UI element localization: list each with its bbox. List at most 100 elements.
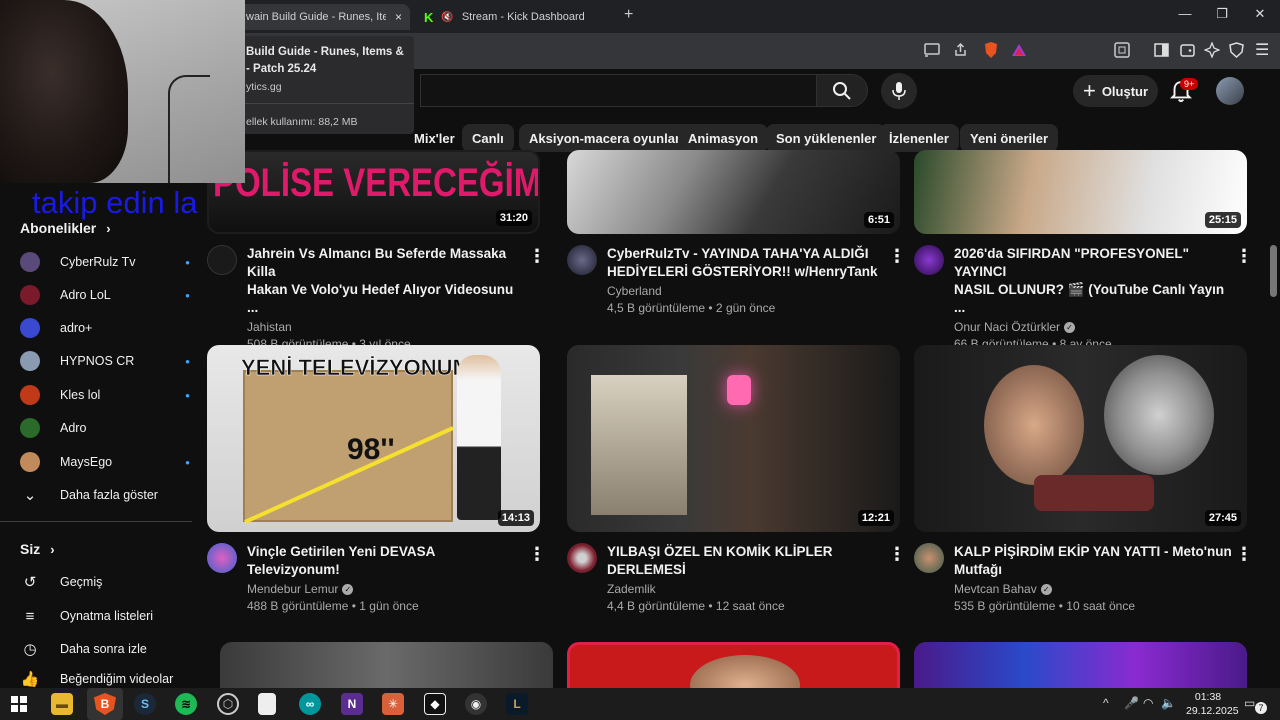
wallet-icon[interactable] [1180,43,1195,57]
file-explorer-icon[interactable]: ▬ [51,693,73,715]
chip-recently-uploaded[interactable]: Son yüklenenler [766,124,887,152]
maximize-button[interactable]: ❐ [1207,6,1237,22]
sidebar-subscription-item[interactable]: MaysEgo ● [20,450,190,474]
document-icon[interactable] [258,693,276,715]
more-actions-icon[interactable]: ⋮ [888,247,906,265]
new-tab-button[interactable]: + [624,6,633,24]
video-thumbnail[interactable]: 12:21 [567,345,900,532]
video-thumbnail[interactable] [220,642,553,688]
sidebar-subscription-item[interactable]: adro+ [20,316,190,340]
chip-action-adventure[interactable]: Aksiyon-macera oyunları [519,124,694,152]
chip-animation[interactable]: Animasyon [678,124,769,152]
voice-search-button[interactable] [881,73,917,109]
wifi-icon[interactable]: ◠ [1143,696,1153,710]
app-hex-icon[interactable]: ⬡ [217,693,239,715]
sidebar-item-playlists[interactable]: ≡ Oynatma listeleri [20,604,190,628]
scrollbar-thumb[interactable] [1270,245,1277,297]
leo-ai-icon[interactable] [1204,42,1220,58]
chip-live[interactable]: Canlı [462,124,514,152]
video-title[interactable]: Vinçle Getirilen Yeni DEVASA Televizyonu… [247,543,527,579]
arduino-icon[interactable]: ∞ [299,693,321,715]
share-icon[interactable] [953,42,968,57]
chip-watched[interactable]: İzlenenler [879,124,959,152]
video-title-line2[interactable]: HEDİYELERİ GÖSTERİYOR!! w/HenryTank [607,263,887,281]
brave-rewards-icon[interactable] [1011,43,1027,57]
subscriptions-header[interactable]: Abonelikler › [20,220,111,236]
channel-name[interactable]: Mevtcan Bahav ✓ [954,582,1234,596]
tab-kick-dashboard[interactable]: K 🔇 Stream - Kick Dashboard [418,4,618,30]
channel-name[interactable]: Cyberland [607,284,887,298]
sidebar-subscription-item[interactable]: Adro LoL ● [20,283,190,307]
video-thumbnail[interactable]: 25:15 [914,150,1247,234]
video-thumbnail[interactable] [914,642,1247,688]
channel-name[interactable]: Onur Naci Öztürkler ✓ [954,320,1234,334]
video-title[interactable]: YILBAŞI ÖZEL EN KOMİK KLİPLER [607,543,887,561]
sidebar-subscription-item[interactable]: Adro [20,416,190,440]
app-diamond-icon[interactable]: ◆ [424,693,446,715]
search-button[interactable] [816,74,868,107]
tab-close-icon[interactable]: × [395,10,402,24]
channel-name[interactable]: Jahistan [247,320,527,334]
video-title[interactable]: Jahrein Vs Almancı Bu Seferde Massaka Ki… [247,245,527,281]
channel-avatar[interactable] [567,543,597,573]
video-title-line2[interactable]: DERLEMESİ [607,561,887,579]
sidebar-subscription-item[interactable]: HYPNOS CR ● [20,349,190,373]
spotify-icon[interactable]: ≋ [175,693,197,715]
creative-app-icon[interactable]: ✳ [382,693,404,715]
sidebar-item-watch-later[interactable]: ◷ Daha sonra izle [20,637,190,661]
channel-avatar[interactable] [567,245,597,275]
video-title-line2[interactable]: NASIL OLUNUR? 🎬 (YouTube Canlı Yayın ... [954,281,1234,317]
video-title[interactable]: KALP PİŞİRDİM EKİP YAN YATTI - Meto'nun [954,543,1234,561]
channel-avatar[interactable] [207,245,237,275]
video-thumbnail[interactable] [567,642,900,688]
search-input[interactable] [420,74,816,107]
vpn-shield-icon[interactable] [1229,42,1244,58]
video-title[interactable]: 2026'da SIFIRDAN "PROFESYONEL" YAYINCI [954,245,1234,281]
muted-speaker-icon[interactable]: 🔇 [441,12,453,23]
sidebar-item-history[interactable]: ↺ Geçmiş [20,570,190,594]
show-more-button[interactable]: ⌄ Daha fazla göster [20,483,190,507]
sidebar-subscription-item[interactable]: Kles lol ● [20,383,190,407]
video-thumbnail[interactable]: POLİSE VERECEĞİM 31:20 [207,150,540,234]
more-actions-icon[interactable]: ⋮ [528,545,546,563]
channel-avatar[interactable] [207,543,237,573]
more-actions-icon[interactable]: ⋮ [1235,545,1253,563]
channel-avatar[interactable] [914,245,944,275]
league-client-icon[interactable]: L [506,693,528,715]
taskbar-clock[interactable]: 01:38 29.12.2025 [1186,690,1239,718]
notifications-center-icon[interactable]: ▭ [1244,696,1255,710]
brave-shields-icon[interactable] [983,41,999,59]
minimize-button[interactable]: — [1170,6,1200,21]
visual-studio-icon[interactable]: N [341,693,363,715]
windows-start-icon[interactable] [11,696,27,712]
video-thumbnail[interactable]: 98'' YENİ TELEVİZYONUM 14:13 [207,345,540,532]
video-title[interactable]: CyberRulzTv - YAYINDA TAHA'YA ALDIĞI [607,245,887,263]
obs-icon[interactable]: ◉ [465,693,487,715]
you-header[interactable]: Siz › [20,541,55,557]
more-actions-icon[interactable]: ⋮ [888,545,906,563]
microphone-tray-icon[interactable]: 🎤 [1124,696,1139,710]
sidebar-subscription-item[interactable]: CyberRulz Tv ● [20,250,190,274]
video-title-line2[interactable]: Mutfağı [954,561,1234,579]
channel-avatar[interactable] [914,543,944,573]
more-actions-icon[interactable]: ⋮ [528,247,546,265]
channel-name[interactable]: Mendebur Lemur ✓ [247,582,527,596]
tray-expand-icon[interactable]: ^ [1103,696,1109,710]
account-avatar[interactable] [1216,77,1244,105]
tab-build-guide[interactable]: wain Build Guide - Runes, Items & × [238,4,410,30]
window-close-button[interactable]: ✕ [1245,6,1275,22]
volume-icon[interactable]: 🔈 [1161,696,1176,710]
video-thumbnail[interactable]: 6:51 [567,150,900,234]
channel-name[interactable]: Zademlik [607,582,887,596]
reader-mode-icon[interactable] [1114,42,1130,58]
sidebar-toggle-icon[interactable] [1154,43,1169,57]
video-thumbnail[interactable]: 27:45 [914,345,1247,532]
chip-new-to-you[interactable]: Yeni öneriler [960,124,1059,152]
video-title-line2[interactable]: Hakan Ve Volo'yu Hedef Alıyor Videosunu … [247,281,527,317]
page-scrollbar[interactable] [1268,69,1280,688]
menu-icon[interactable]: ☰ [1255,40,1269,60]
more-actions-icon[interactable]: ⋮ [1235,247,1253,265]
sidebar-item-liked-videos[interactable]: 👍 Beğendiğim videolar [20,670,190,688]
steam-icon[interactable]: S [134,693,156,715]
cast-icon[interactable] [924,43,940,57]
